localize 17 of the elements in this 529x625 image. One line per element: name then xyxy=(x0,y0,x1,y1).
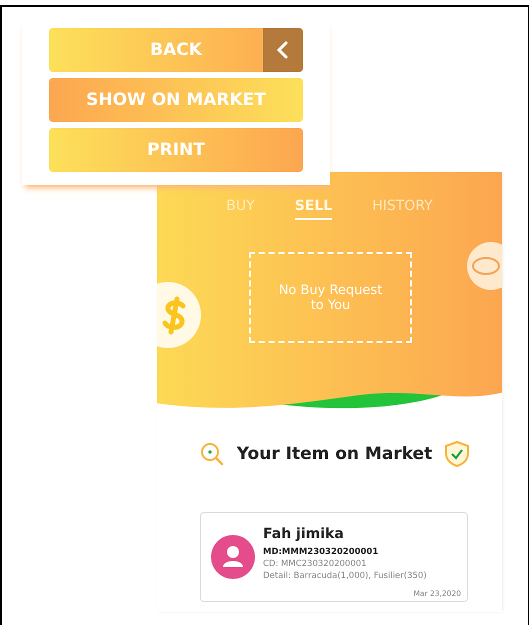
tab[interactable]: BUY xyxy=(226,194,255,220)
empty-message: No Buy Request to You xyxy=(278,282,384,312)
tab[interactable]: SELL xyxy=(294,194,332,220)
cd-code: CD: MMC230320200001 xyxy=(263,558,368,568)
menu-button[interactable]: PRINT xyxy=(49,128,303,172)
logo-badge-icon[interactable] xyxy=(467,242,502,290)
shield-check-icon[interactable] xyxy=(444,440,470,468)
tab[interactable]: HISTORY xyxy=(372,194,433,220)
item-detail: Detail: Barracuda(1,000), Fusilier(350) xyxy=(263,570,427,580)
chevron-left-icon xyxy=(263,28,303,72)
avatar-icon xyxy=(211,535,255,579)
search-icon[interactable] xyxy=(199,441,225,467)
back-button[interactable]: BACK xyxy=(49,28,303,72)
menu-button[interactable]: SHOW ON MARKET xyxy=(49,78,303,122)
section-title: Your Item on Market xyxy=(236,444,432,464)
md-code: MD:MMM230320200001 xyxy=(263,546,380,556)
seller-name: Fah jimika xyxy=(263,526,345,542)
